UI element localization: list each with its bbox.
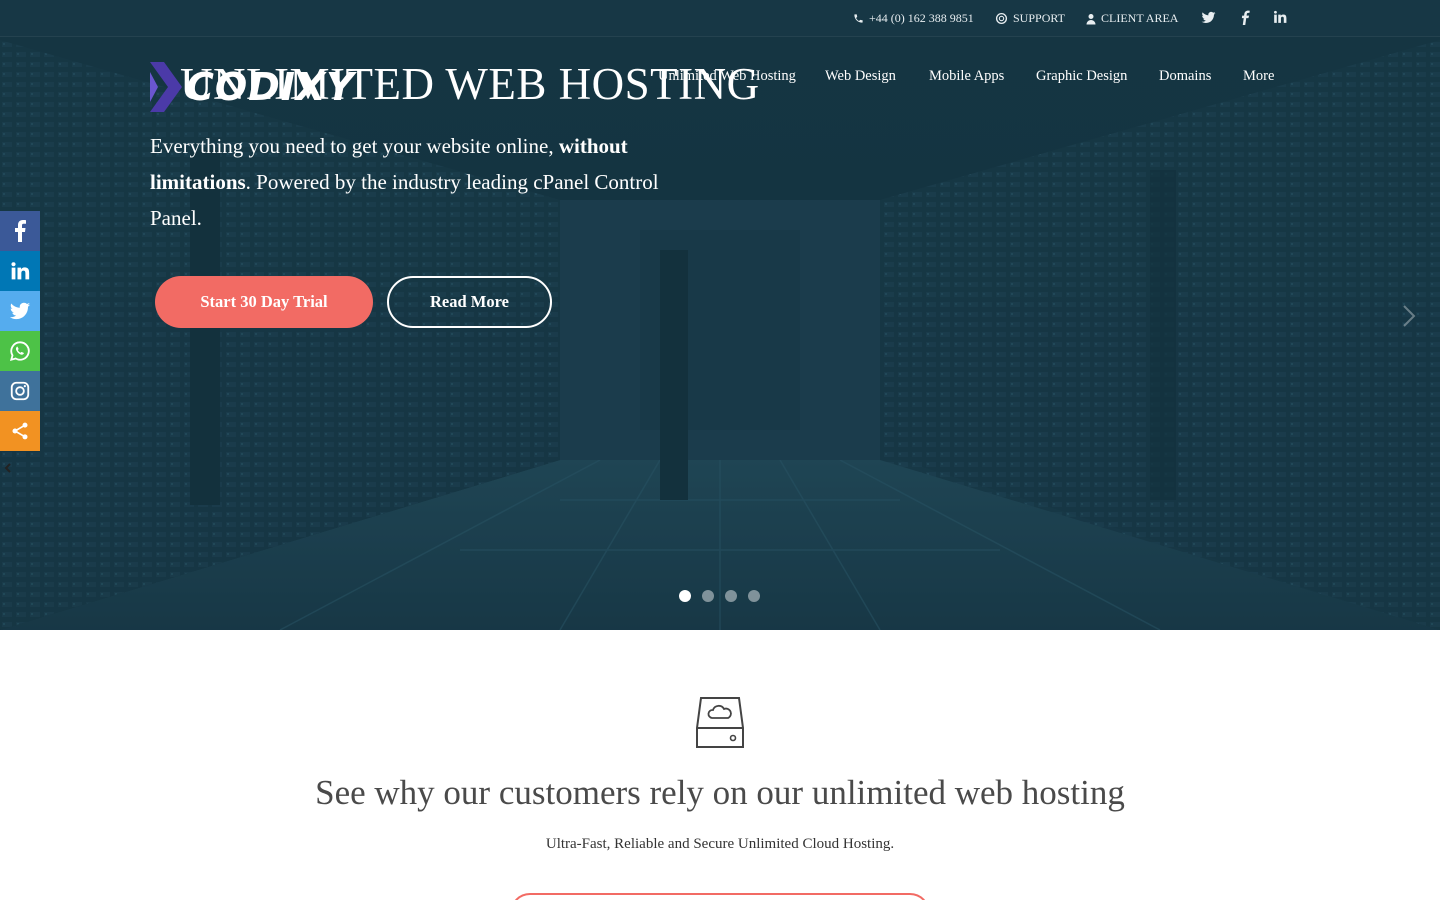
facebook-icon[interactable]: [1239, 10, 1252, 25]
client-area-label: CLIENT AREA: [1101, 11, 1179, 25]
phone-number: +44 (0) 162 388 9851: [869, 11, 974, 25]
user-icon: [1086, 13, 1096, 24]
main-navigation: Unlimited Web Hosting Web Design Mobile …: [0, 68, 1440, 88]
nav-item-graphic-design[interactable]: Graphic Design: [1036, 68, 1127, 85]
lifebuoy-icon: [995, 12, 1008, 25]
top-bar: +44 (0) 162 388 9851 SUPPORT CLIENT AREA: [0, 0, 1440, 37]
slider-dot-4[interactable]: [748, 590, 760, 602]
start-trial-button[interactable]: Start 30 Day Trial: [155, 276, 373, 328]
slider-dot-3[interactable]: [725, 590, 737, 602]
nav-item-web-design[interactable]: Web Design: [825, 68, 896, 85]
facebook-icon: [15, 220, 26, 242]
whatsapp-icon: [9, 341, 30, 362]
nav-item-more[interactable]: More: [1243, 68, 1274, 85]
share-icon: [12, 422, 28, 440]
instagram-icon: [10, 381, 30, 401]
phone-icon: [854, 14, 863, 23]
nav-item-unlimited-web-hosting[interactable]: Unlimited Web Hosting: [658, 68, 796, 85]
hero-description: Everything you need to get your website …: [150, 128, 670, 236]
slider-dot-1[interactable]: [679, 590, 691, 602]
client-area-link[interactable]: CLIENT AREA: [1086, 11, 1178, 26]
read-more-button[interactable]: Read More: [387, 276, 552, 328]
share-instagram-button[interactable]: [0, 371, 40, 411]
share-twitter-button[interactable]: [0, 291, 40, 331]
phone-contact[interactable]: +44 (0) 162 388 9851: [853, 11, 974, 26]
section-cta-button[interactable]: [510, 893, 930, 900]
slider-pagination: [679, 590, 760, 602]
support-link[interactable]: SUPPORT: [995, 11, 1065, 26]
linkedin-icon: [11, 262, 30, 280]
share-more-button[interactable]: [0, 411, 40, 451]
section-title: See why our customers rely on our unlimi…: [315, 773, 1125, 812]
share-facebook-button[interactable]: [0, 211, 40, 251]
share-whatsapp-button[interactable]: [0, 331, 40, 371]
slider-dot-2[interactable]: [702, 590, 714, 602]
cloud-storage-icon: [696, 697, 744, 748]
hero-desc-part1: Everything you need to get your website …: [150, 134, 554, 158]
chevron-left-icon[interactable]: [3, 463, 13, 473]
support-label: SUPPORT: [1013, 11, 1065, 25]
share-linkedin-button[interactable]: [0, 251, 40, 291]
nav-item-mobile-apps[interactable]: Mobile Apps: [929, 68, 1004, 85]
twitter-icon[interactable]: [1201, 10, 1216, 25]
twitter-icon: [9, 302, 31, 320]
hero-slider: +44 (0) 162 388 9851 SUPPORT CLIENT AREA…: [0, 0, 1440, 630]
chevron-right-icon[interactable]: [1401, 304, 1417, 328]
linkedin-icon[interactable]: [1273, 10, 1287, 24]
social-share-bar: [0, 211, 40, 451]
section-subtitle: Ultra-Fast, Reliable and Secure Unlimite…: [545, 836, 895, 852]
nav-item-domains[interactable]: Domains: [1159, 68, 1211, 85]
